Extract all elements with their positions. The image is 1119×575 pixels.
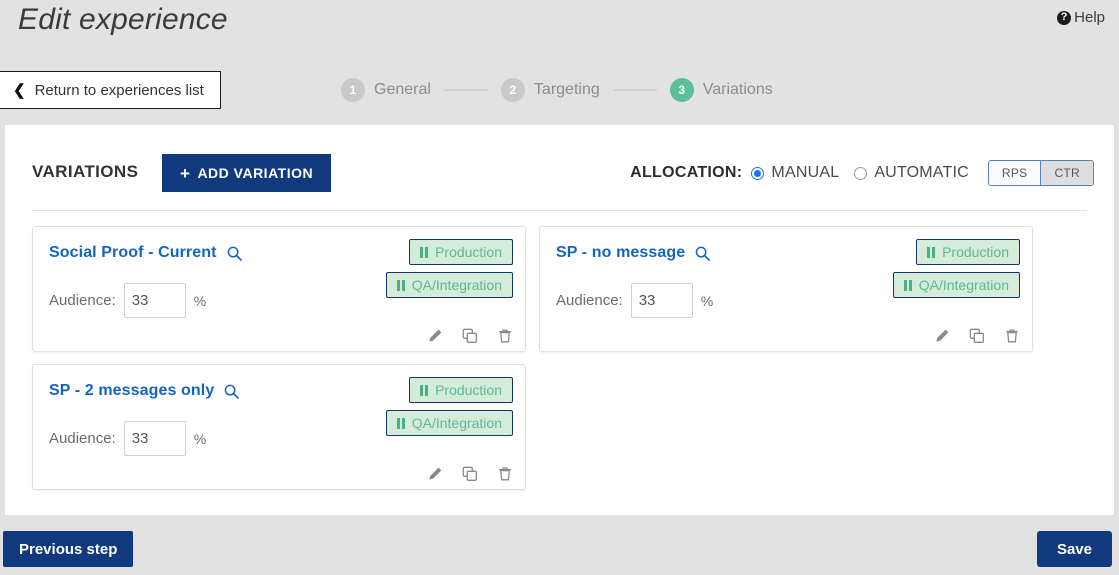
metric-toggle-ctr[interactable]: CTR (1040, 161, 1093, 185)
badge-production[interactable]: Production (409, 239, 513, 265)
page-title: Edit experience (18, 3, 228, 36)
add-variation-label: ADD VARIATION (197, 165, 314, 181)
help-link[interactable]: ? Help (1057, 9, 1105, 26)
variation-title: Social Proof - Current (49, 244, 217, 261)
variation-actions (427, 466, 513, 482)
variation-actions (427, 328, 513, 344)
badge-qa-integration[interactable]: QA/Integration (892, 272, 1020, 298)
allocation-label: ALLOCATION: (630, 164, 743, 181)
allocation-controls: ALLOCATION: MANUAL AUTOMATIC RPS CTR (630, 155, 1094, 191)
audience-input[interactable] (123, 283, 186, 318)
step-targeting-number: 2 (500, 78, 525, 102)
audience-row: Audience: % (49, 283, 206, 318)
pause-icon (396, 417, 405, 429)
variation-card[interactable]: SP - 2 messages only Audience: % Product… (32, 364, 526, 490)
page-footer: Previous step Save (0, 515, 1119, 575)
step-general-label: General (374, 81, 431, 98)
variation-title-row: Social Proof - Current (49, 244, 242, 262)
environment-badges: Production QA/Integration (385, 239, 513, 298)
badge-production[interactable]: Production (409, 377, 513, 403)
audience-row: Audience: % (556, 283, 713, 318)
audience-input[interactable] (123, 421, 186, 456)
pause-icon (396, 279, 405, 291)
help-label: Help (1074, 9, 1105, 26)
badge-qa-integration[interactable]: QA/Integration (385, 272, 513, 298)
pause-icon (903, 279, 912, 291)
variation-title-row: SP - 2 messages only (49, 382, 240, 400)
previous-step-button[interactable]: Previous step (3, 531, 134, 567)
search-icon[interactable] (227, 246, 242, 261)
badge-production-label: Production (435, 244, 502, 260)
audience-label: Audience: (49, 430, 116, 447)
return-to-experiences-list-button[interactable]: ❮ Return to experiences list (0, 71, 221, 109)
badge-production-label: Production (942, 244, 1009, 260)
page-header: Edit experience ? Help ❮ Return to exper… (0, 0, 1119, 125)
pencil-icon[interactable] (427, 466, 443, 482)
add-variation-button[interactable]: + ADD VARIATION (162, 154, 332, 192)
badge-qa-integration-label: QA/Integration (411, 415, 502, 431)
step-general-number: 1 (341, 78, 365, 102)
search-icon[interactable] (224, 384, 240, 399)
step-targeting-label: Targeting (533, 81, 600, 98)
percent-symbol: % (193, 430, 207, 447)
variations-card-grid: Social Proof - Current Audience: % Produ… (32, 226, 1090, 490)
environment-badges: Production QA/Integration (385, 377, 513, 436)
variation-card[interactable]: Social Proof - Current Audience: % Produ… (32, 226, 526, 352)
copy-icon[interactable] (462, 328, 478, 344)
pause-icon (927, 246, 936, 258)
copy-icon[interactable] (462, 466, 478, 482)
pause-icon (420, 246, 429, 258)
plus-icon: + (180, 163, 191, 183)
trash-icon[interactable] (1004, 328, 1020, 344)
search-icon[interactable] (695, 246, 711, 261)
variation-actions (934, 328, 1020, 344)
variations-toolbar: VARIATIONS + ADD VARIATION ALLOCATION: M… (5, 125, 1114, 210)
radio-dot-automatic (854, 166, 868, 180)
pause-icon (420, 384, 429, 396)
audience-label: Audience: (556, 292, 623, 309)
save-button[interactable]: Save (1036, 531, 1112, 567)
pencil-icon[interactable] (427, 328, 443, 344)
toolbar-divider (32, 210, 1087, 211)
badge-qa-integration-label: QA/Integration (411, 277, 502, 293)
step-connector-1 (443, 89, 488, 91)
badge-production-label: Production (435, 382, 502, 398)
allocation-radio-automatic[interactable]: AUTOMATIC (854, 164, 969, 182)
step-variations[interactable]: 3 Variations (669, 78, 773, 102)
trash-icon[interactable] (497, 328, 513, 344)
variations-panel: VARIATIONS + ADD VARIATION ALLOCATION: M… (5, 125, 1114, 515)
return-button-label: Return to experiences list (34, 81, 204, 99)
step-general[interactable]: 1 General (341, 78, 431, 102)
variation-title-row: SP - no message (556, 244, 711, 262)
radio-dot-manual (751, 166, 765, 180)
variation-title: SP - 2 messages only (49, 382, 215, 399)
percent-symbol: % (193, 292, 207, 309)
variation-title: SP - no message (556, 244, 686, 261)
step-variations-label: Variations (702, 81, 773, 98)
step-targeting[interactable]: 2 Targeting (500, 78, 600, 102)
badge-qa-integration[interactable]: QA/Integration (385, 410, 513, 436)
variations-section-title: VARIATIONS (32, 162, 139, 181)
variation-card[interactable]: SP - no message Audience: % Production Q… (539, 226, 1033, 352)
audience-label: Audience: (49, 292, 116, 309)
allocation-automatic-label: AUTOMATIC (874, 164, 969, 181)
percent-symbol: % (700, 292, 714, 309)
trash-icon[interactable] (497, 466, 513, 482)
badge-production[interactable]: Production (916, 239, 1020, 265)
audience-input[interactable] (630, 283, 693, 318)
step-connector-2 (612, 89, 657, 91)
metric-toggle-rps[interactable]: RPS (988, 161, 1041, 185)
allocation-radio-manual[interactable]: MANUAL (751, 164, 839, 182)
copy-icon[interactable] (969, 328, 985, 344)
wizard-stepper: 1 General 2 Targeting 3 Variations (341, 71, 773, 109)
audience-row: Audience: % (49, 421, 206, 456)
badge-qa-integration-label: QA/Integration (918, 277, 1009, 293)
environment-badges: Production QA/Integration (892, 239, 1020, 298)
pencil-icon[interactable] (934, 328, 950, 344)
question-circle-icon: ? (1057, 10, 1072, 25)
metric-toggle-group: RPS CTR (987, 160, 1094, 186)
chevron-left-icon: ❮ (13, 81, 26, 99)
allocation-manual-label: MANUAL (771, 164, 840, 181)
step-variations-number: 3 (669, 78, 694, 102)
